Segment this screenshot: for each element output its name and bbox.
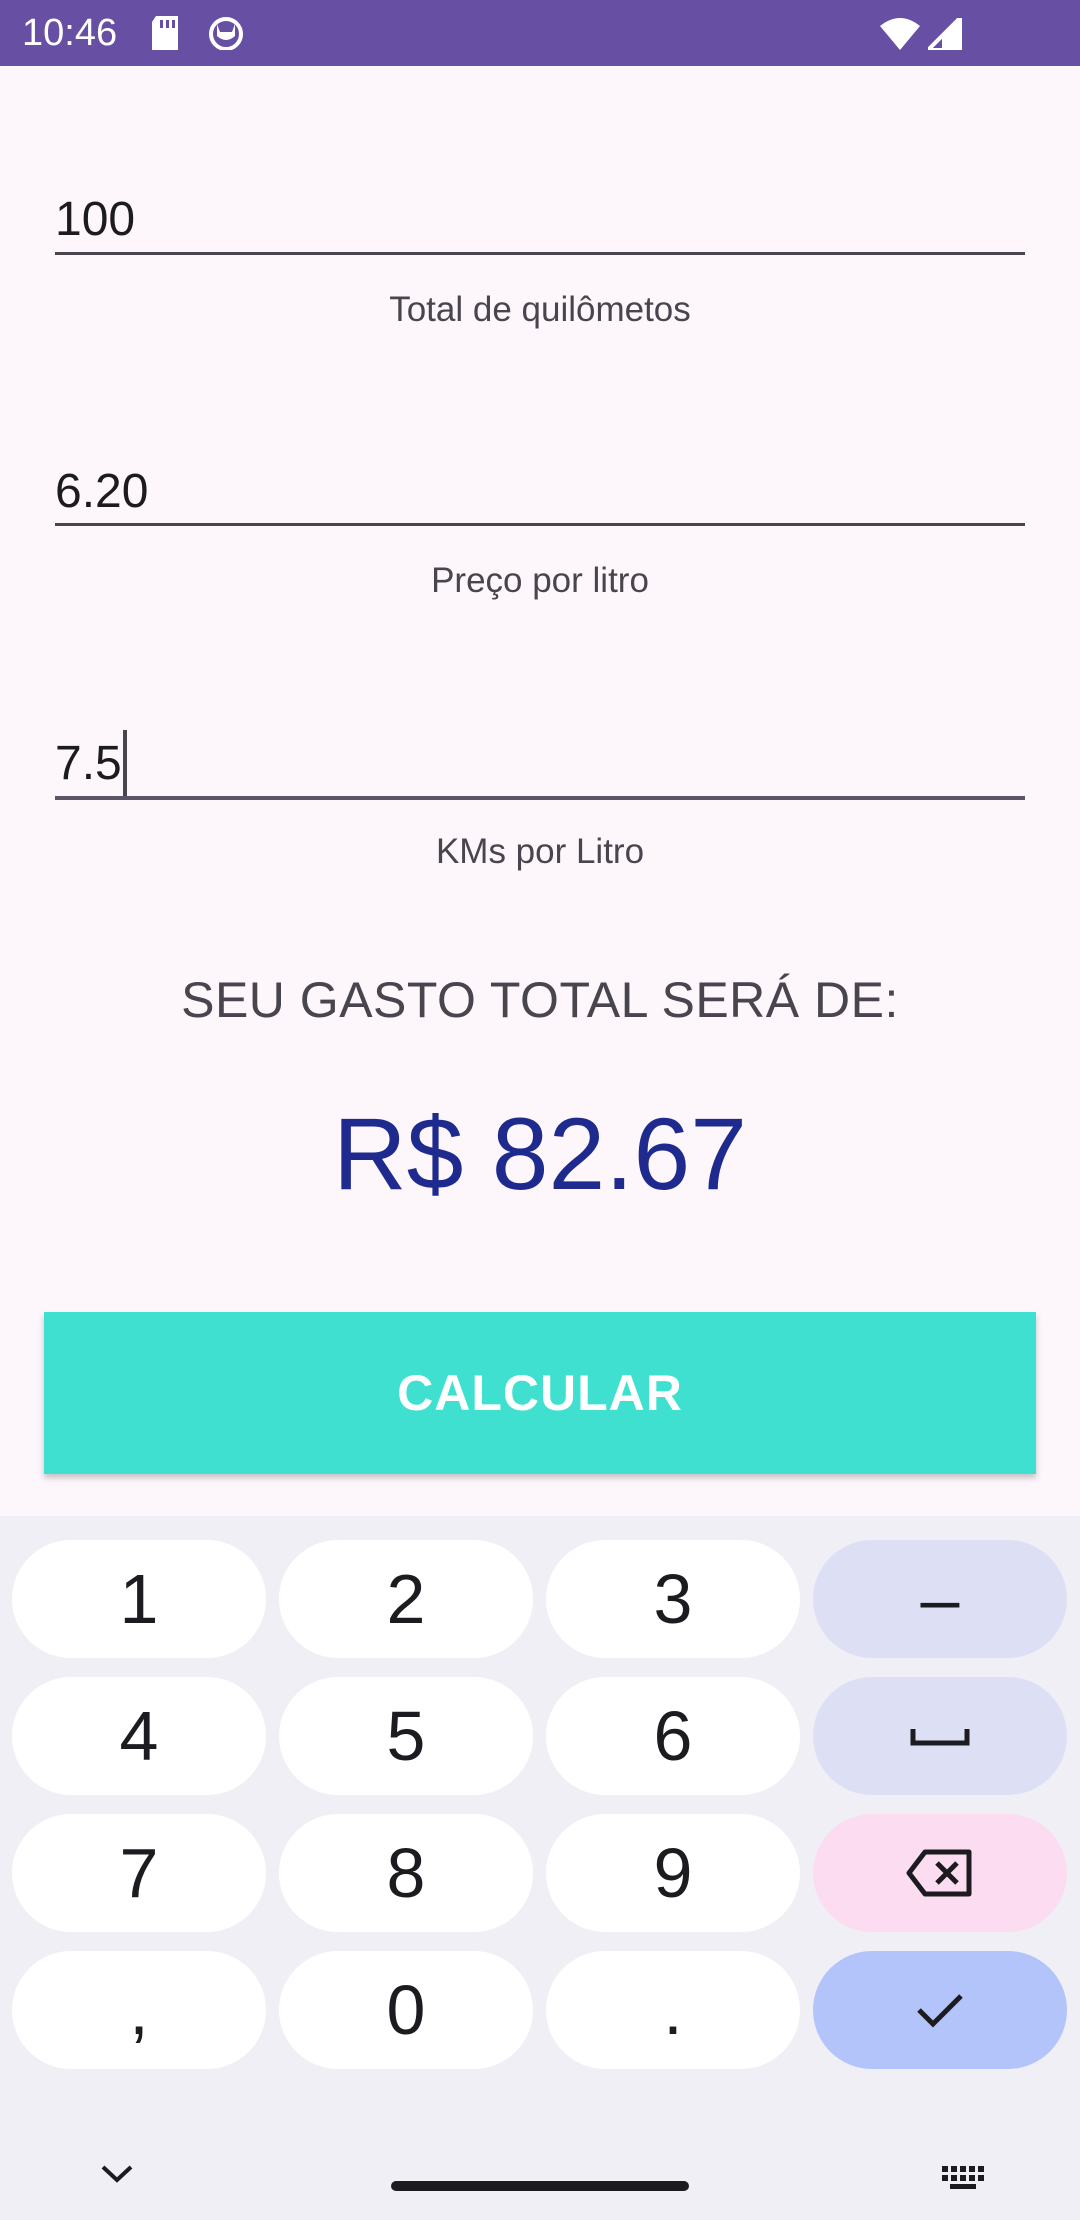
distance-label: Total de quilômetos [389,290,691,329]
result-title: SEU GASTO TOTAL SERÁ DE: [181,972,899,1028]
cell-signal-icon [923,13,962,55]
numeric-keyboard: 1 2 3 – 4 5 6 7 8 9 , 0 . [0,1516,1080,2220]
status-bar: 10:46 [0,0,1080,66]
price-label: Preço por litro [431,561,649,600]
result-value: R$ 82.67 [333,1097,747,1211]
status-time: 10:46 [22,12,118,54]
check-icon [917,1994,963,2028]
key-done[interactable] [813,1951,1067,2069]
space-icon [910,1729,970,1746]
distance-input[interactable] [55,184,1025,254]
consumption-input[interactable] [55,728,1025,798]
consumption-underline [55,796,1025,800]
calculate-button[interactable]: CALCULAR [44,1312,1036,1474]
sd-card-icon [150,16,180,55]
key-4[interactable]: 4 [12,1677,266,1795]
key-9[interactable]: 9 [546,1814,800,1932]
key-backspace[interactable] [813,1814,1067,1932]
key-7[interactable]: 7 [12,1814,266,1932]
price-input[interactable] [55,456,1025,526]
key-minus[interactable]: – [813,1540,1067,1658]
key-6[interactable]: 6 [546,1677,800,1795]
keyboard-icon[interactable] [940,2164,986,2195]
app-content: Total de quilômetos Preço por litro KMs … [0,66,1080,1516]
home-indicator[interactable] [391,2181,689,2191]
cat-app-icon [208,16,244,55]
consumption-label: KMs por Litro [435,832,645,871]
text-cursor [123,730,127,796]
distance-underline [55,252,1025,255]
key-2[interactable]: 2 [279,1540,533,1658]
chevron-down-icon[interactable] [100,2164,134,2189]
key-5[interactable]: 5 [279,1677,533,1795]
wifi-icon [880,18,920,55]
key-1[interactable]: 1 [12,1540,266,1658]
key-3[interactable]: 3 [546,1540,800,1658]
key-period[interactable]: . [546,1951,800,2069]
price-underline [55,523,1025,526]
key-comma[interactable]: , [12,1951,266,2069]
key-0[interactable]: 0 [279,1951,533,2069]
key-8[interactable]: 8 [279,1814,533,1932]
backspace-icon [906,1849,972,1897]
key-space[interactable] [813,1677,1067,1795]
